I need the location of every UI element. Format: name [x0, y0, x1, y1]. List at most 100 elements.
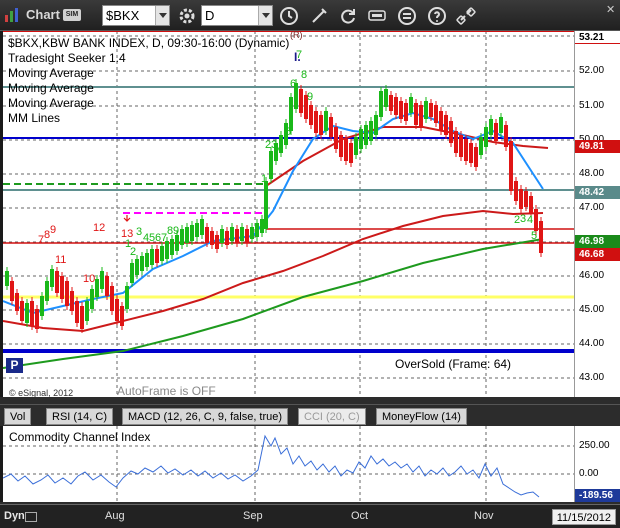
- autoframe-label: AutoFrame is OFF: [117, 384, 216, 398]
- candle-body: [150, 249, 154, 265]
- candle-body: [364, 125, 368, 145]
- candle-body: [100, 271, 104, 289]
- seeker-setup-r: (R): [290, 31, 303, 40]
- candle-body: [235, 229, 239, 243]
- candlesticks: [5, 79, 543, 333]
- candle-body: [499, 117, 503, 133]
- time-label-nov: Nov: [474, 510, 494, 522]
- interval-input[interactable]: D: [201, 5, 273, 26]
- seeker-green-2: 2: [130, 246, 136, 258]
- candle-body: [414, 103, 418, 125]
- candle-body: [40, 296, 44, 316]
- get-data-icon[interactable]: [367, 6, 387, 26]
- candle-body: [334, 127, 338, 149]
- candle-body: [250, 227, 254, 239]
- candle-body: [489, 119, 493, 135]
- candle-body: [110, 286, 114, 311]
- panel-splitter[interactable]: [0, 397, 620, 404]
- candle-body: [514, 181, 518, 201]
- candle-body: [5, 271, 9, 286]
- refresh-icon[interactable]: [338, 6, 358, 26]
- link-icon[interactable]: [456, 6, 476, 26]
- cci-tick: 250.00: [579, 440, 610, 451]
- candle-body: [175, 235, 179, 251]
- candle-body: [459, 135, 463, 157]
- clock-icon[interactable]: [279, 6, 299, 26]
- candle-body: [444, 115, 448, 135]
- candle-body: [125, 286, 129, 309]
- seeker-green-5b: 5: [285, 126, 291, 138]
- candle-body: [484, 127, 488, 147]
- price-axis[interactable]: 52.00 51.00 50.00 48.00 47.00 46.00 45.0…: [574, 31, 620, 397]
- seeker-red-11: 11: [55, 254, 66, 266]
- study-label-ma-1: Moving Average: [8, 66, 94, 80]
- chart-toolbar: Chart SIM $BKX D ✕: [0, 0, 620, 31]
- dynamic-label[interactable]: Dyn: [4, 510, 25, 522]
- candle-body: [115, 299, 119, 321]
- time-label-sep: Sep: [243, 510, 263, 522]
- close-icon[interactable]: ✕: [606, 3, 618, 16]
- candle-body: [519, 189, 523, 209]
- candle-body: [474, 147, 478, 167]
- tab-macd[interactable]: MACD (12, 26, C, 9, false, true): [122, 408, 289, 425]
- price-chart-panel[interactable]: 7 8 9 12 13 11 10 1 2 3 4 5 6 7 8 9 1 2 …: [2, 30, 574, 398]
- candle-body: [434, 105, 438, 123]
- chevron-down-icon[interactable]: [258, 6, 272, 25]
- candle-body: [389, 95, 393, 111]
- candle-body: [379, 91, 383, 117]
- tab-cci[interactable]: CCI (20, C): [298, 408, 366, 425]
- gear-icon[interactable]: [177, 6, 197, 26]
- candle-body: [260, 219, 264, 233]
- candle-body: [309, 105, 313, 125]
- cci-tick: 0.00: [579, 468, 599, 479]
- study-tab-bar: Vol RSI (14, C) MACD (12, 26, C, 9, fals…: [0, 404, 620, 426]
- seeker-green-4c: 4: [527, 214, 533, 226]
- candle-body: [359, 129, 363, 149]
- tab-moneyflow[interactable]: MoneyFlow (14): [376, 408, 467, 425]
- candle-body: [25, 303, 29, 323]
- candle-body: [185, 227, 189, 243]
- cci-panel[interactable]: Commodity Channel Index: [2, 426, 574, 502]
- price-tick: 47.00: [579, 202, 605, 213]
- candle-body: [419, 105, 423, 127]
- candle-body: [55, 271, 59, 293]
- time-axis[interactable]: Dyn Aug Sep Oct Nov 11/15/2012: [0, 504, 620, 528]
- candle-body: [220, 229, 224, 243]
- cci-axis[interactable]: 250.00 0.00 -189.56: [574, 426, 620, 502]
- symbol-input[interactable]: $BKX: [102, 5, 170, 26]
- candle-body: [454, 131, 458, 153]
- draw-tool-icon[interactable]: [309, 6, 329, 26]
- candle-body: [329, 117, 333, 137]
- candle-body: [35, 309, 39, 329]
- candle-body: [354, 137, 358, 155]
- candle-body: [200, 219, 204, 235]
- properties-icon[interactable]: [397, 6, 417, 26]
- candle-body: [155, 249, 159, 263]
- seeker-green-3c: 3: [520, 213, 526, 225]
- candle-body: [374, 115, 378, 135]
- candle-body: [439, 111, 443, 131]
- seeker-green-1b: 1: [261, 173, 267, 185]
- candle-body: [205, 227, 209, 243]
- candle-body: [210, 231, 214, 245]
- seeker-labels: 7 8 9 12 13 11 10 1 2 3 4 5 6 7 8 9 1 2 …: [38, 30, 537, 285]
- scroll-handle[interactable]: [25, 512, 37, 522]
- tab-rsi[interactable]: RSI (14, C): [46, 408, 114, 425]
- sim-badge: SIM: [63, 9, 81, 21]
- interval-value: D: [205, 8, 215, 23]
- candle-body: [369, 121, 373, 141]
- tab-vol[interactable]: Vol: [4, 408, 32, 425]
- seeker-green-3: 3: [136, 226, 142, 238]
- chevron-down-icon[interactable]: [155, 6, 169, 25]
- candle-body: [424, 101, 428, 119]
- candle-body: [240, 227, 244, 241]
- price-tick: 44.00: [579, 338, 605, 349]
- candle-body: [140, 256, 144, 271]
- moving-average-green: [2, 238, 544, 369]
- help-icon[interactable]: [427, 6, 447, 26]
- candle-body: [339, 135, 343, 157]
- p-marker[interactable]: P: [6, 358, 23, 373]
- candle-body: [299, 89, 303, 113]
- seeker-green-9b: 9: [307, 91, 313, 103]
- candle-body: [409, 97, 413, 113]
